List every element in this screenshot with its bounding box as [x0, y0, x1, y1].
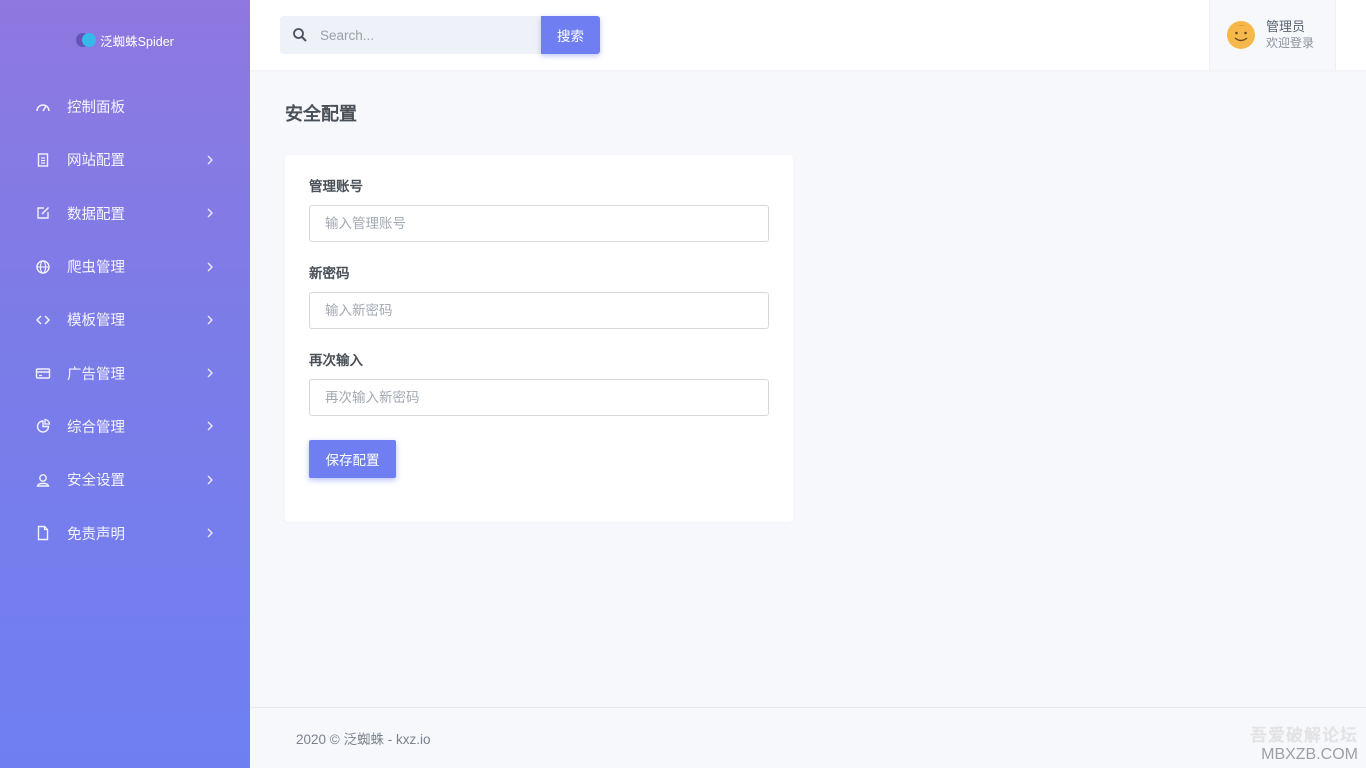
search-bar: 搜索 [280, 16, 600, 54]
pie-chart-icon [35, 418, 51, 434]
sidebar-item-dashboard[interactable]: 控制面板 [0, 80, 250, 133]
sidebar-item-label: 免责声明 [67, 526, 125, 543]
sidebar-item-label: 爬虫管理 [67, 260, 125, 277]
sidebar-item-site-config[interactable]: 网站配置 [0, 133, 250, 186]
chevron-right-icon [204, 527, 216, 539]
gauge-icon [35, 99, 51, 115]
account-field-group: 管理账号 [309, 179, 769, 242]
sidebar-item-label: 数据配置 [67, 206, 125, 223]
chevron-right-icon [204, 207, 216, 219]
sidebar-item-label: 安全设置 [67, 473, 125, 490]
watermark-line1: 吾爱破解论坛 [1250, 726, 1358, 745]
chevron-right-icon [204, 474, 216, 486]
search-box[interactable] [280, 16, 541, 54]
sidebar-item-label: 广告管理 [67, 366, 125, 383]
watermark: 吾爱破解论坛 MBXZB.COM [1250, 721, 1358, 764]
search-input[interactable] [320, 27, 520, 43]
security-config-form: 管理账号 新密码 再次输入 保存配置 [285, 155, 793, 522]
user-subtitle: 欢迎登录 [1266, 36, 1315, 50]
sidebar-item-template[interactable]: 模板管理 [0, 293, 250, 346]
user-icon [35, 472, 51, 488]
credit-card-icon [35, 365, 51, 381]
chevron-right-icon [204, 314, 216, 326]
watermark-line2: MBXZB.COM [1261, 746, 1358, 763]
new-password-input[interactable] [309, 292, 769, 329]
search-icon [293, 28, 307, 42]
confirm-password-field-group: 再次输入 [309, 353, 769, 416]
sidebar-item-label: 模板管理 [67, 313, 125, 330]
sidebar-item-security[interactable]: 安全设置 [0, 453, 250, 506]
account-label: 管理账号 [309, 179, 363, 194]
account-input[interactable] [309, 205, 769, 242]
document-icon [35, 152, 51, 168]
save-config-button[interactable]: 保存配置 [309, 440, 396, 478]
user-name: 管理员 [1266, 19, 1306, 34]
brand-name: 泛蜘蛛Spider [100, 34, 174, 49]
file-icon [35, 525, 51, 541]
confirm-password-label: 再次输入 [309, 353, 363, 368]
chevron-right-icon [204, 420, 216, 432]
sidebar-item-crawler[interactable]: 爬虫管理 [0, 240, 250, 293]
sidebar-item-disclaimer[interactable]: 免责声明 [0, 506, 250, 559]
user-info: 管理员 欢迎登录 [1266, 19, 1314, 51]
sidebar-item-data-config[interactable]: 数据配置 [0, 187, 250, 240]
new-password-label: 新密码 [309, 266, 350, 281]
confirm-password-input[interactable] [309, 379, 769, 416]
search-button[interactable]: 搜索 [541, 16, 600, 54]
page-title: 安全配置 [285, 104, 357, 124]
new-password-field-group: 新密码 [309, 266, 769, 329]
topbar: 搜索 管理员 欢迎登录 [250, 0, 1366, 70]
code-icon [35, 312, 51, 328]
sidebar-item-label: 综合管理 [67, 419, 125, 436]
chevron-right-icon [204, 367, 216, 379]
sidebar-menu: 控制面板 网站配置 数据配置 爬虫管理 模板管理 广告管理 综合管理 安全设置 … [0, 80, 250, 560]
footer: 2020 © 泛蜘蛛 - kxz.io [250, 707, 1366, 768]
sidebar-item-label: 控制面板 [67, 100, 125, 117]
sidebar-item-ads[interactable]: 广告管理 [0, 346, 250, 399]
sidebar-item-general[interactable]: 综合管理 [0, 400, 250, 453]
edit-icon [35, 205, 51, 221]
avatar [1227, 21, 1255, 49]
sidebar-item-label: 网站配置 [67, 153, 125, 170]
sidebar: 泛蜘蛛Spider 控制面板 网站配置 数据配置 爬虫管理 模板管理 广告管理 … [0, 0, 250, 768]
user-menu[interactable]: 管理员 欢迎登录 [1209, 0, 1336, 70]
globe-icon [35, 259, 51, 275]
footer-text: 2020 © 泛蜘蛛 - kxz.io [296, 732, 431, 747]
brand[interactable]: 泛蜘蛛Spider [0, 0, 250, 80]
brand-logo-icon [76, 33, 97, 47]
chevron-right-icon [204, 154, 216, 166]
chevron-right-icon [204, 261, 216, 273]
